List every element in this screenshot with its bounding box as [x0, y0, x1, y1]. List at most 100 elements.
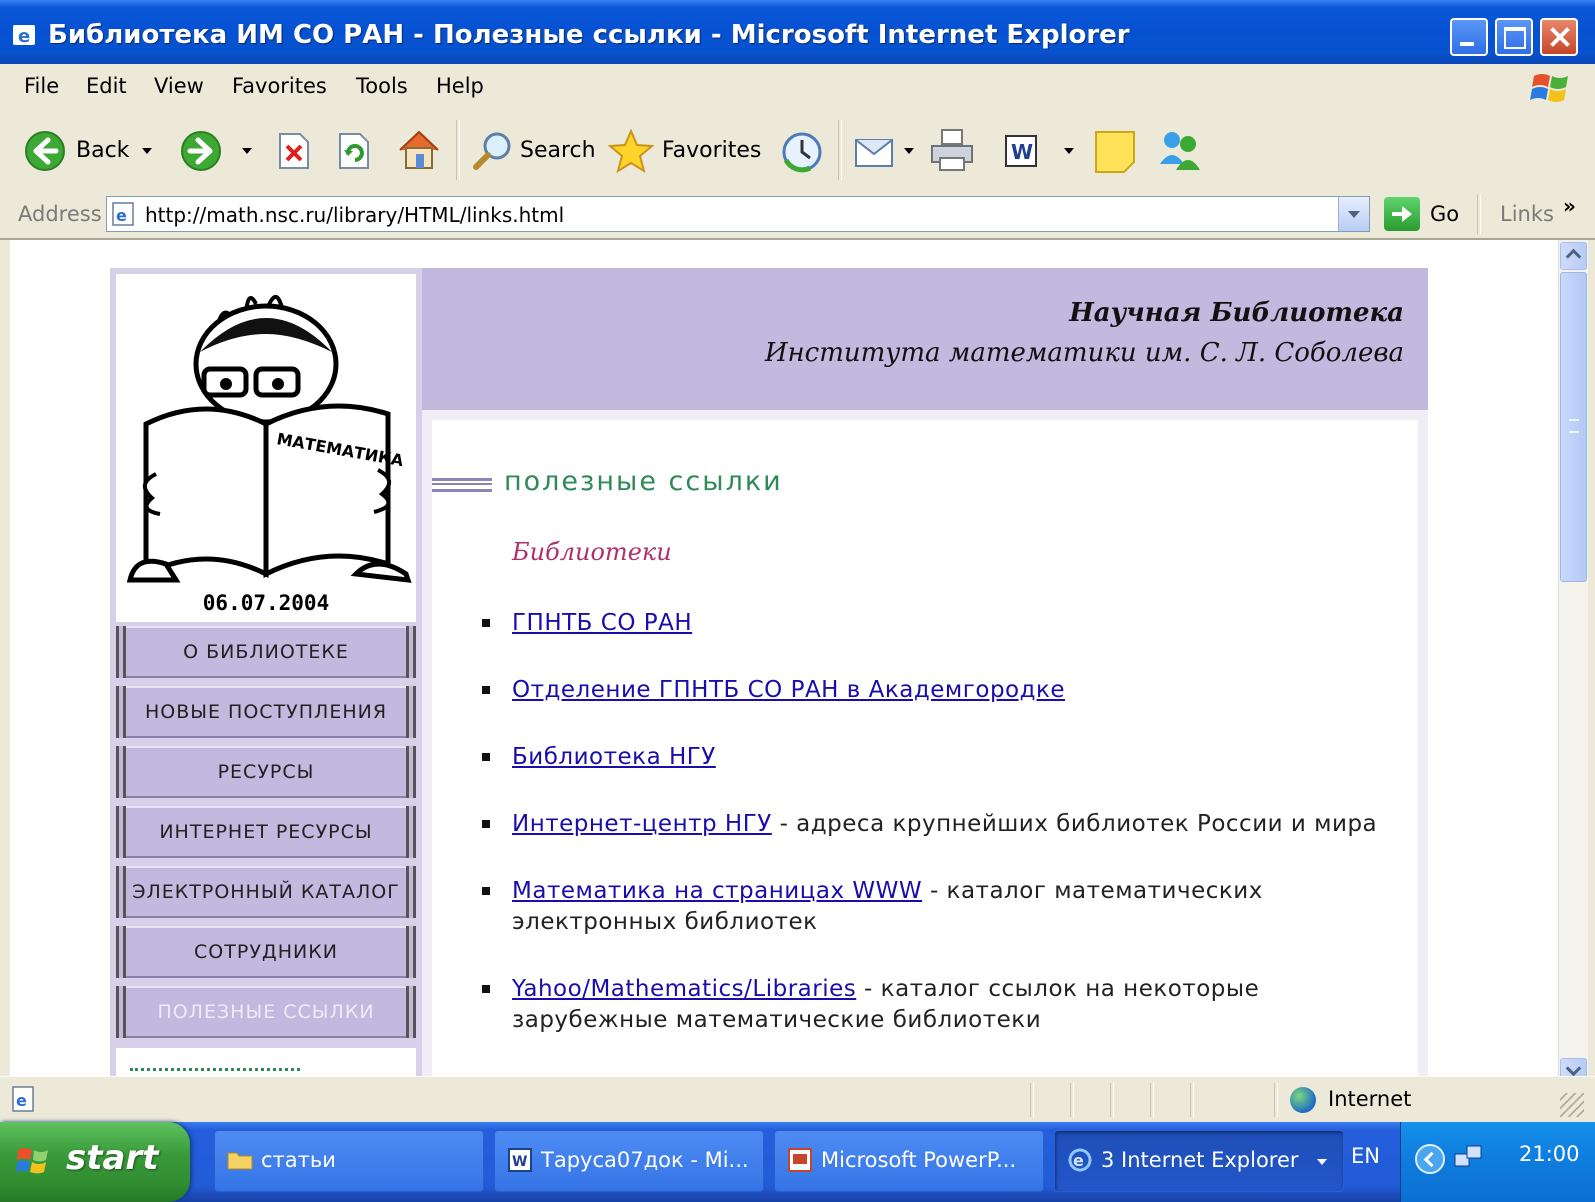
bullet-icon [482, 619, 490, 627]
go-button-label[interactable]: Go [1430, 202, 1459, 226]
discuss-note-icon[interactable] [1094, 130, 1138, 174]
bullet-icon [482, 753, 490, 761]
forward-dropdown-arrow-icon[interactable] [242, 148, 252, 154]
maximize-button[interactable] [1495, 18, 1533, 56]
address-bar: Address e http://math.nsc.ru/library/HTM… [0, 188, 1595, 240]
history-icon[interactable] [780, 130, 824, 174]
link-gpntb-akademgorodok[interactable]: Отделение ГПНТБ СО РАН в Академгородке [512, 677, 1065, 703]
close-button[interactable] [1540, 18, 1578, 56]
scroll-thumb[interactable] [1560, 272, 1587, 582]
status-separator [1150, 1083, 1154, 1117]
bullet-icon [482, 985, 490, 993]
back-button-label[interactable]: Back [76, 138, 129, 163]
start-label[interactable]: start [66, 1138, 158, 1178]
link-description: - адреса крупнейших библиотек России и м… [771, 811, 1378, 837]
link-nsu-library[interactable]: Библиотека НГУ [512, 744, 716, 770]
address-separator [1477, 194, 1481, 234]
vertical-scrollbar[interactable] [1558, 240, 1588, 1088]
link-gpntb[interactable]: ГПНТБ СО РАН [512, 610, 692, 636]
task-group-arrow-icon[interactable] [1317, 1159, 1327, 1165]
section-title: полезные ссылки [504, 466, 783, 497]
library-title-line2: Института математики им. С. Л. Соболева [764, 338, 1404, 368]
status-separator [1030, 1083, 1034, 1117]
favorites-star-icon[interactable] [608, 128, 654, 174]
status-separator [1274, 1083, 1278, 1117]
system-tray: EN 21:00 [1351, 1122, 1595, 1202]
nav-electronic-catalog[interactable]: ЭЛЕКТРОННЫЙ КАТАЛОГ [116, 866, 416, 918]
task-internet-explorer-group[interactable]: e 3 Internet Explorer [1054, 1130, 1344, 1192]
nav-internet-resources[interactable]: ИНТЕРНЕТ РЕСУРСЫ [116, 806, 416, 858]
menu-edit[interactable]: Edit [86, 74, 127, 98]
windows-logo-icon [1530, 74, 1568, 102]
bullet-icon [482, 686, 490, 694]
start-button[interactable]: start [0, 1122, 190, 1202]
links-label[interactable]: Links [1500, 202, 1554, 226]
main-content: полезные ссылки Библиотеки ГПНТБ СО РАН … [432, 420, 1418, 1088]
mail-dropdown-arrow-icon[interactable] [904, 148, 914, 154]
stop-icon[interactable] [276, 132, 312, 170]
link-nsu-internet-center[interactable]: Интернет-центр НГУ [512, 811, 772, 837]
links-chevron-icon[interactable]: » [1563, 194, 1576, 218]
task-label: Microsoft PowerP... [821, 1148, 1017, 1172]
menu-file[interactable]: File [24, 74, 59, 98]
nav-resources[interactable]: РЕСУРСЫ [116, 746, 416, 798]
page-ie-icon: e [112, 202, 134, 226]
refresh-icon[interactable] [336, 132, 372, 170]
home-icon[interactable] [396, 128, 442, 172]
task-label: Таруса07док - Mi... [541, 1148, 749, 1172]
window-title: Библиотека ИМ СО РАН - Полезные ссылки -… [48, 20, 1130, 50]
svg-text:e: e [16, 1091, 27, 1110]
window-title-bar[interactable]: e Библиотека ИМ СО РАН - Полезные ссылки… [0, 0, 1595, 64]
show-hidden-icons-button[interactable] [1415, 1144, 1445, 1174]
address-input[interactable]: e http://math.nsc.ru/library/HTML/links.… [106, 196, 1370, 232]
internet-globe-icon [1290, 1087, 1316, 1113]
task-word-document[interactable]: W Таруса07док - Mi... [494, 1130, 764, 1192]
list-item: Библиотека НГУ [482, 742, 1382, 773]
library-title-line1: Научная Библиотека [1069, 298, 1404, 328]
security-zone-label: Internet [1328, 1087, 1412, 1111]
search-icon[interactable] [472, 130, 514, 172]
word-edit-icon[interactable]: W [1004, 134, 1038, 168]
address-label: Address [18, 202, 102, 226]
nav-new-arrivals[interactable]: НОВЫЕ ПОСТУПЛЕНИЯ [116, 686, 416, 738]
clock: 21:00 [1519, 1142, 1580, 1166]
menu-help[interactable]: Help [436, 74, 484, 98]
svg-text:W: W [1011, 140, 1033, 164]
nav-useful-links[interactable]: ПОЛЕЗНЫЕ ССЫЛКИ [116, 986, 416, 1038]
print-icon[interactable] [928, 128, 978, 174]
messenger-icon[interactable] [1156, 128, 1204, 174]
task-folder-articles[interactable]: статьи [214, 1130, 484, 1192]
standard-toolbar: Back Search Favorites W [0, 112, 1595, 189]
menu-favorites[interactable]: Favorites [232, 74, 327, 98]
link-math-www[interactable]: Математика на страницах WWW [512, 878, 922, 904]
edit-dropdown-arrow-icon[interactable] [1064, 148, 1074, 154]
language-indicator[interactable]: EN [1351, 1144, 1380, 1168]
taskbar: start статьи W Таруса07док - Mi... Micro… [0, 1122, 1595, 1202]
favorites-button-label[interactable]: Favorites [662, 138, 761, 163]
minimize-button[interactable] [1450, 18, 1488, 56]
go-arrow-icon[interactable] [1384, 197, 1420, 231]
forward-arrow-icon[interactable] [180, 130, 222, 172]
menu-view[interactable]: View [154, 74, 204, 98]
link-yahoo-math-libraries[interactable]: Yahoo/Mathematics/Libraries [512, 976, 856, 1002]
scroll-up-button[interactable] [1560, 242, 1587, 270]
status-separator [1110, 1083, 1114, 1117]
task-label: статьи [261, 1148, 336, 1172]
nav-about-library[interactable]: О БИБЛИОТЕКЕ [116, 626, 416, 678]
list-item: Интернет-центр НГУ - адреса крупнейших б… [482, 809, 1382, 840]
back-dropdown-arrow-icon[interactable] [142, 148, 152, 154]
task-powerpoint[interactable]: Microsoft PowerP... [774, 1130, 1044, 1192]
address-dropdown-button[interactable] [1338, 197, 1369, 231]
toolbar-separator [838, 120, 842, 180]
back-arrow-icon[interactable] [24, 130, 66, 172]
svg-text:e: e [1073, 1151, 1084, 1170]
nav-staff[interactable]: СОТРУДНИКИ [116, 926, 416, 978]
resize-grip-icon[interactable] [1560, 1093, 1584, 1117]
list-item: Отделение ГПНТБ СО РАН в Академгородке [482, 675, 1382, 706]
menu-tools[interactable]: Tools [356, 74, 408, 98]
address-url[interactable]: http://math.nsc.ru/library/HTML/links.ht… [145, 203, 564, 227]
search-button-label[interactable]: Search [520, 138, 596, 163]
network-icon[interactable] [1453, 1142, 1485, 1174]
reading-man-illustration: МАТЕМАТИКА [126, 295, 412, 583]
mail-icon[interactable] [852, 132, 900, 172]
